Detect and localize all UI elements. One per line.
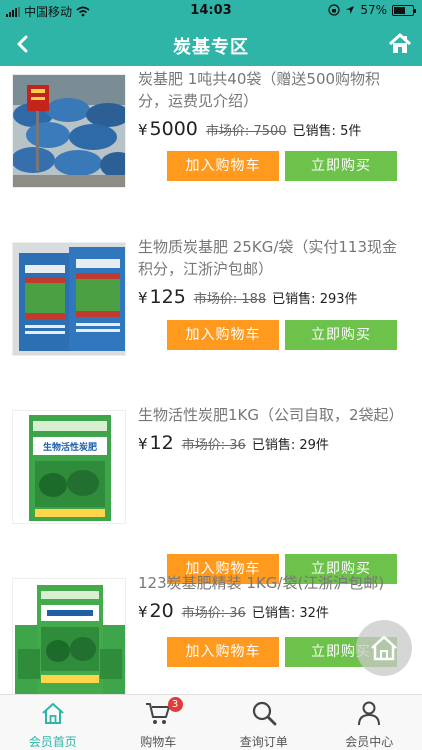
tab-label: 会员中心	[345, 735, 394, 749]
add-to-cart-button[interactable]: 加入购物车	[167, 637, 279, 667]
product-price: 125	[149, 286, 186, 308]
buy-now-button[interactable]: 立即购买	[285, 151, 397, 181]
home-icon	[42, 703, 64, 724]
currency-symbol: ¥	[138, 289, 148, 307]
sold-count: 已销售: 32件	[251, 606, 329, 621]
market-price: 市场价: 188	[193, 292, 267, 307]
bag-label-text: 生物活性炭肥	[43, 441, 97, 453]
battery-icon	[392, 4, 416, 16]
search-icon	[252, 701, 277, 726]
tab-cart[interactable]: 3 购物车	[106, 695, 212, 750]
location-icon	[346, 6, 355, 14]
add-to-cart-button[interactable]: 加入购物车	[167, 320, 279, 350]
page-title: 炭基专区	[173, 37, 249, 58]
status-bar: 中国移动 14:03 57%	[0, 0, 422, 22]
product-image[interactable]	[12, 578, 126, 694]
user-icon	[358, 701, 381, 726]
battery-percent: 57%	[360, 3, 387, 17]
product-price: 12	[149, 432, 174, 454]
currency-symbol: ¥	[138, 121, 148, 139]
product-image[interactable]: 生物活性炭肥	[12, 410, 126, 524]
product-name[interactable]: 生物活性炭肥1KG（公司自取，2袋起）	[138, 404, 408, 426]
product-list[interactable]: 炭基肥 1吨共40袋（赠送500购物积分，运费见介绍） ¥ 5000 市场价: …	[0, 66, 422, 694]
tab-member-home[interactable]: 会员首页	[0, 695, 106, 750]
tab-label: 会员首页	[28, 735, 77, 749]
market-price: 市场价: 7500	[205, 124, 287, 139]
tab-label: 购物车	[140, 735, 177, 749]
tab-label: 查询订单	[239, 735, 288, 749]
sold-count: 已销售: 29件	[251, 438, 329, 453]
sold-count: 已销售: 5件	[292, 124, 362, 139]
currency-symbol: ¥	[138, 435, 148, 453]
product-image[interactable]	[12, 242, 126, 356]
product-name[interactable]: 炭基肥 1吨共40袋（赠送500购物积分，运费见介绍）	[138, 68, 408, 112]
price-row: ¥ 5000 市场价: 7500 已销售: 5件	[138, 118, 408, 140]
product-image[interactable]	[12, 74, 126, 188]
price-row: ¥ 12 市场价: 36 已销售: 29件	[138, 432, 408, 454]
bottom-tab-bar: 会员首页 3 购物车 查询订单 会员中心	[0, 694, 422, 750]
product-name[interactable]: 生物质炭基肥 25KG/袋（实付113现金积分，江浙沪包邮）	[138, 236, 408, 280]
price-row: ¥ 20 市场价: 36 已销售: 32件	[138, 600, 408, 622]
header-bar: 炭基专区	[0, 22, 422, 66]
status-right: 57%	[328, 3, 416, 17]
orientation-lock-icon	[328, 4, 340, 16]
home-outline-icon	[371, 635, 397, 661]
floating-home-button[interactable]	[356, 620, 412, 676]
price-row: ¥ 125 市场价: 188 已销售: 293件	[138, 286, 408, 308]
product-name[interactable]: 123炭基肥精装 1KG/袋(江浙沪包邮)	[138, 572, 408, 594]
tab-member-center[interactable]: 会员中心	[317, 695, 422, 750]
product-price: 5000	[149, 118, 198, 140]
market-price: 市场价: 36	[181, 606, 246, 621]
buy-now-button[interactable]: 立即购买	[285, 320, 397, 350]
home-icon[interactable]	[386, 30, 414, 58]
tab-order-query[interactable]: 查询订单	[211, 695, 317, 750]
market-price: 市场价: 36	[181, 438, 246, 453]
currency-symbol: ¥	[138, 603, 148, 621]
cart-count-badge: 3	[167, 697, 183, 712]
product-price: 20	[149, 600, 174, 622]
sold-count: 已销售: 293件	[272, 292, 358, 307]
add-to-cart-button[interactable]: 加入购物车	[167, 151, 279, 181]
